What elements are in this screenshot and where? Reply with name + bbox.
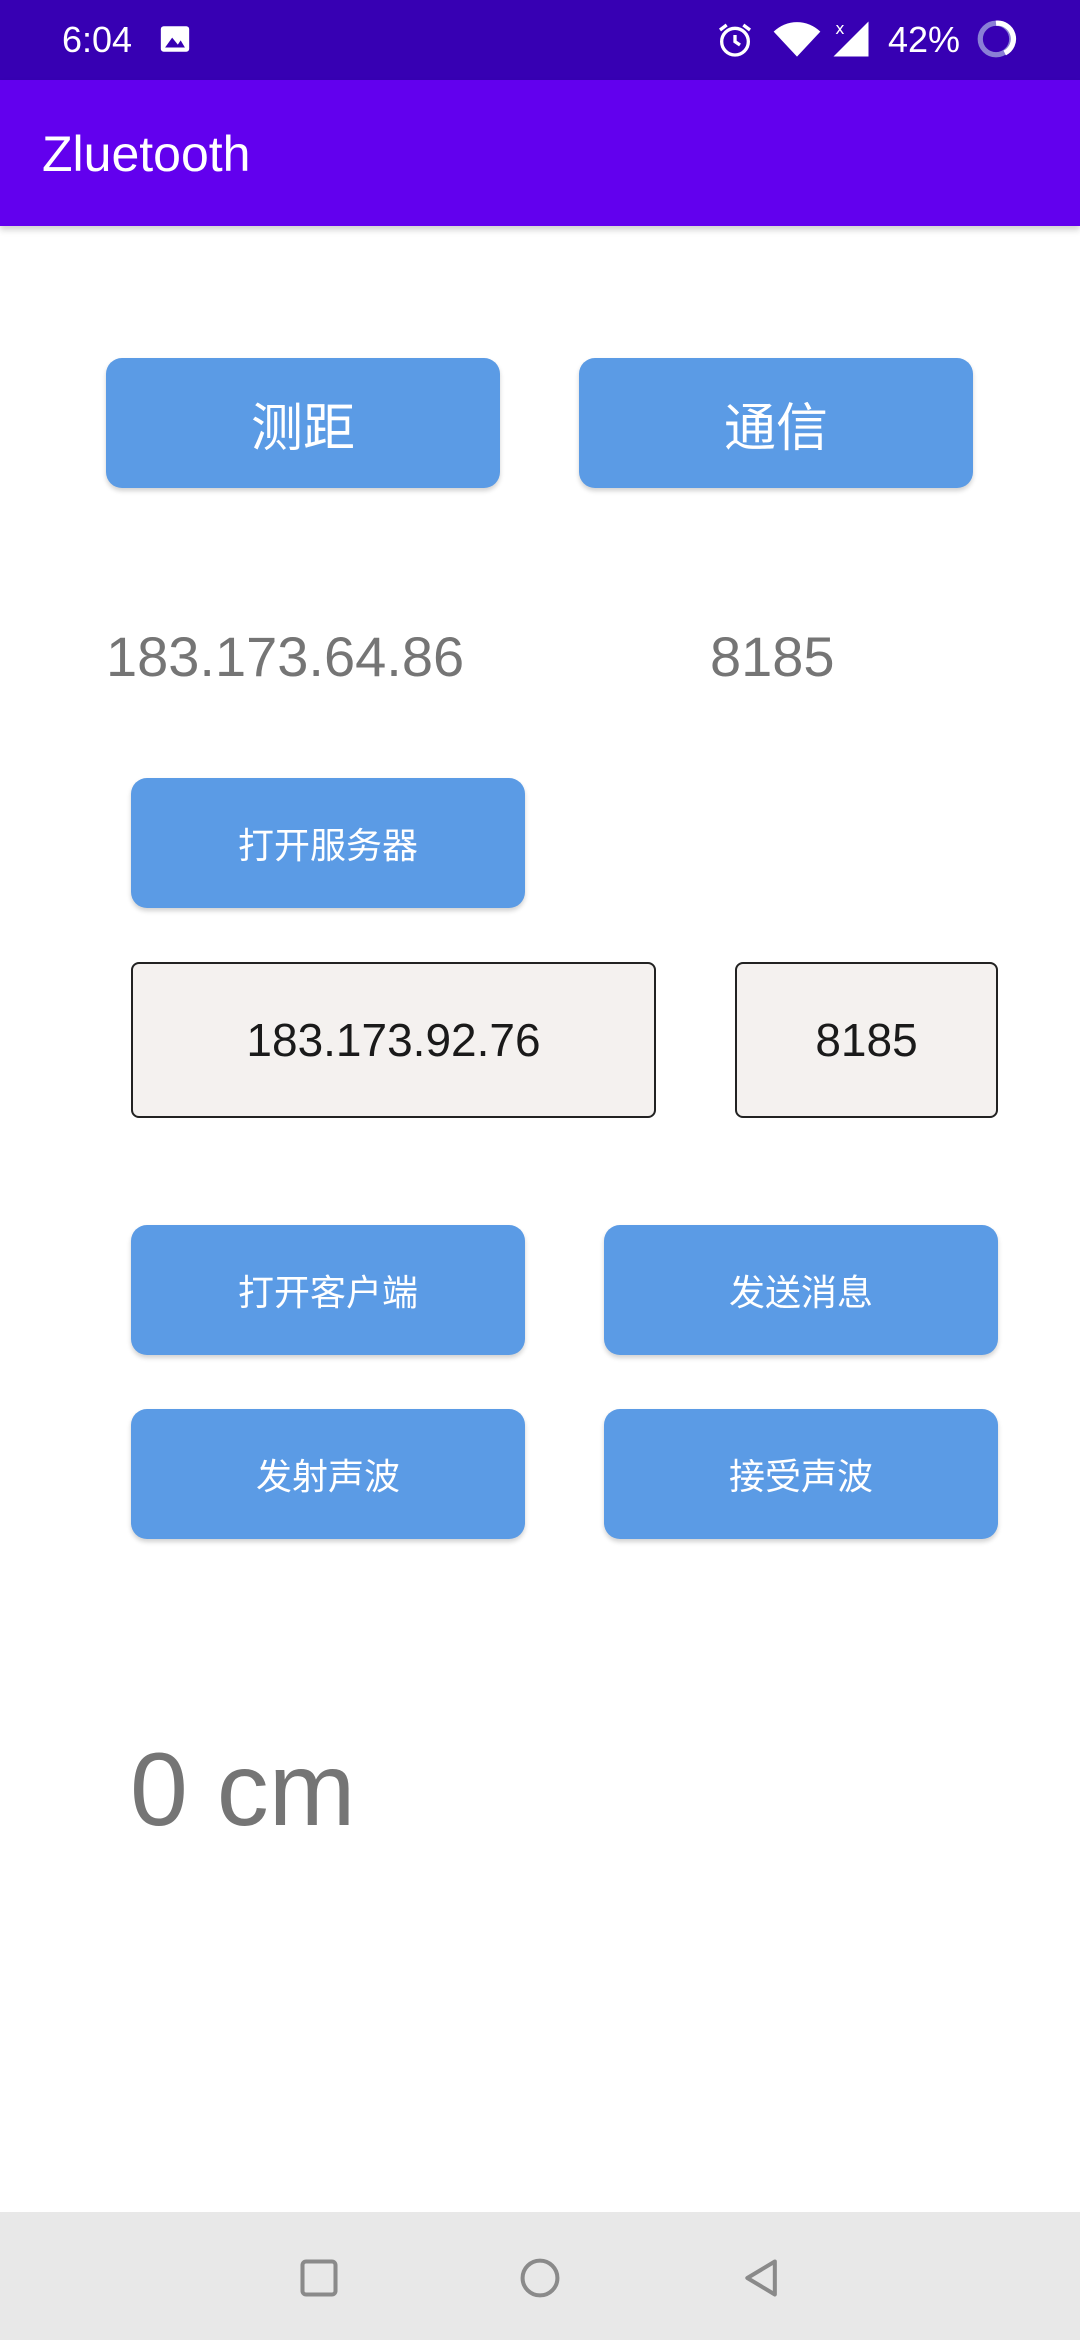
status-time: 6:04	[62, 19, 133, 60]
image-icon	[160, 26, 190, 52]
navigation-bar	[0, 2212, 1080, 2340]
app-title: Zluetooth	[42, 126, 251, 182]
alarm-icon	[719, 23, 751, 57]
battery-icon	[977, 20, 1017, 58]
local-port-text: 8185	[710, 625, 835, 688]
battery-percentage: 42%	[888, 19, 961, 60]
back-icon[interactable]	[740, 2256, 784, 2300]
open-client-button[interactable]: 打开客户端	[131, 1225, 525, 1355]
emit-sound-button[interactable]: 发射声波	[131, 1409, 525, 1539]
receive-sound-button[interactable]: 接受声波	[604, 1409, 998, 1539]
signal-icon: x	[833, 19, 869, 57]
app-bar: Zluetooth	[0, 80, 1080, 226]
home-icon[interactable]	[518, 2256, 562, 2300]
svg-text:x: x	[835, 19, 844, 38]
client-ip-field[interactable]: 183.173.92.76	[131, 962, 656, 1118]
wifi-icon	[773, 22, 821, 57]
distance-readout: 0 cm	[130, 1732, 356, 1848]
client-port-field[interactable]: 8185	[735, 962, 998, 1118]
ranging-button[interactable]: 测距	[106, 358, 500, 488]
local-ip-text: 183.173.64.86	[106, 625, 465, 688]
send-message-button[interactable]: 发送消息	[604, 1225, 998, 1355]
recents-icon[interactable]	[297, 2256, 341, 2300]
status-bar: 6:04 x 42%	[0, 0, 1080, 80]
open-server-button[interactable]: 打开服务器	[131, 778, 525, 908]
communication-button[interactable]: 通信	[579, 358, 973, 488]
